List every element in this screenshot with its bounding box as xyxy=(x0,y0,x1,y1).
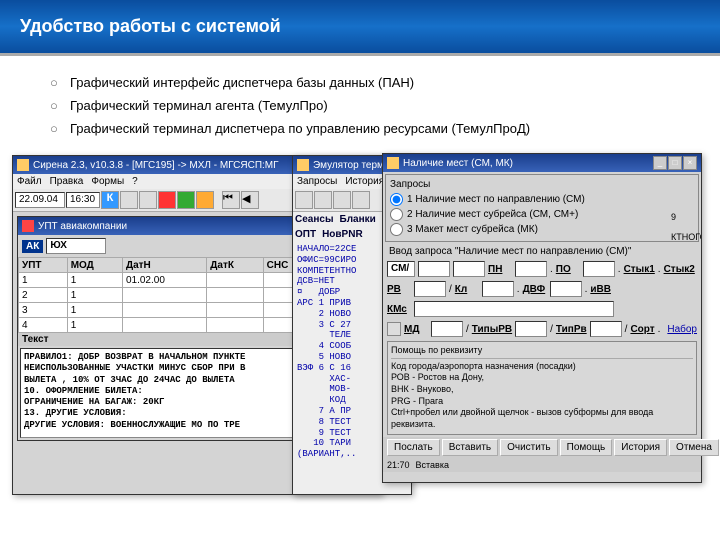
nav-prev-icon[interactable]: ◀ xyxy=(241,191,259,209)
window-title: Эмулятор терми xyxy=(313,160,390,171)
tool-icon[interactable] xyxy=(314,191,332,209)
maximize-icon[interactable]: □ xyxy=(668,156,682,170)
status-bar: 21:70 Вставка xyxy=(383,458,701,472)
query-type-group: Запросы 1 Наличие мест по направлению (С… xyxy=(385,174,699,242)
kl-input[interactable] xyxy=(482,281,514,297)
menu-requests[interactable]: Запросы xyxy=(297,176,337,187)
col-upt[interactable]: УПТ xyxy=(19,258,68,273)
k-icon[interactable]: К xyxy=(101,191,119,209)
window-title: Наличие мест (СМ, МК) xyxy=(403,158,513,169)
bullet-list: Графический интерфейс диспетчера базы да… xyxy=(0,56,720,155)
col-mod[interactable]: МОД xyxy=(67,258,122,273)
pn-input[interactable] xyxy=(515,261,547,277)
tool-icon[interactable] xyxy=(139,191,157,209)
help-title: Помощь по реквизиту xyxy=(391,345,693,359)
lbl-rv: РВ xyxy=(387,284,411,295)
grid-icon[interactable] xyxy=(177,191,195,209)
query-row-2: РВ/ Кл. ДВФ. иВВ xyxy=(383,279,701,299)
lbl-ivv: иВВ xyxy=(590,284,614,295)
help-panel: Помощь по реквизиту Код города/аэропорта… xyxy=(387,341,697,435)
lbl-pn: ПН xyxy=(488,264,512,275)
to-input[interactable] xyxy=(453,261,485,277)
lbl-dvf: ДВФ xyxy=(523,284,547,295)
close-icon[interactable]: × xyxy=(683,156,697,170)
query-row-4: МД/ ТипыРВ/ ТипРв/ Сорт. Набор xyxy=(383,319,701,339)
app-icon xyxy=(17,159,29,171)
availability-dialog: Наличие мест (СМ, МК) _ □ × Запросы 1 На… xyxy=(382,153,702,483)
tab-newpnr[interactable]: НовPNR xyxy=(322,229,363,240)
from-input[interactable] xyxy=(418,261,450,277)
minimize-icon[interactable]: _ xyxy=(653,156,667,170)
bullet-item: Графический интерфейс диспетчера базы да… xyxy=(50,71,670,94)
tiprv-input[interactable] xyxy=(590,321,622,337)
bullet-item: Графический терминал диспетчера по управ… xyxy=(50,117,670,140)
sub-title: УПТ авиакомпании xyxy=(38,221,127,232)
help-body: Код города/аэропорта назначения (посадки… xyxy=(391,361,693,431)
insert-button[interactable]: Вставить xyxy=(442,439,498,456)
time-field[interactable]: 16:30 xyxy=(66,192,100,208)
nav-first-icon[interactable]: ⏮ xyxy=(222,191,240,209)
query-row-3: КМс xyxy=(383,299,701,319)
md-input[interactable] xyxy=(431,321,463,337)
rv-input[interactable] xyxy=(414,281,446,297)
radio-sm[interactable]: 1 Наличие мест по направлению (СМ) xyxy=(390,192,694,207)
kms-input[interactable] xyxy=(414,301,614,317)
status-mode: Вставка xyxy=(416,460,449,470)
sm-prefix: СМ/ xyxy=(387,261,415,277)
window-title: Сирена 2.3, v10.3.8 - [МГС195] -> МХЛ - … xyxy=(33,160,279,171)
col-datk[interactable]: ДатК xyxy=(207,258,263,273)
lbl-tiprv: ТипРв xyxy=(556,324,587,335)
query-row-1: СМ/ ПН. ПО. Стык1. Стык2 xyxy=(383,259,701,279)
app-icon xyxy=(387,157,399,169)
help-button[interactable]: Помощь xyxy=(560,439,613,456)
menu-help[interactable]: ? xyxy=(132,176,138,187)
col-datn[interactable]: ДатН xyxy=(122,258,206,273)
dvf-input[interactable] xyxy=(550,281,582,297)
menu-file[interactable]: Файл xyxy=(17,176,42,187)
page-title: Удобство работы с системой xyxy=(0,0,720,56)
expand-icon[interactable] xyxy=(387,322,401,336)
ak-input[interactable]: ЮХ xyxy=(46,238,106,254)
tool-icon[interactable] xyxy=(352,191,370,209)
grid-icon[interactable] xyxy=(196,191,214,209)
radio-sm-plus[interactable]: 2 Наличие мест субрейса (СМ, СМ+) xyxy=(390,207,694,222)
lbl-tipyrv: ТипыРВ xyxy=(472,324,512,335)
grid-icon[interactable] xyxy=(158,191,176,209)
titlebar: Наличие мест (СМ, МК) _ □ × xyxy=(383,154,701,172)
menu-edit[interactable]: Правка xyxy=(50,176,84,187)
bullet-item: Графический терминал агента (ТемулПро) xyxy=(50,94,670,117)
lbl-styk1: Стык1 xyxy=(624,264,655,275)
tab-opt[interactable]: ОПТ xyxy=(295,229,316,240)
tipyrv-input[interactable] xyxy=(515,321,547,337)
sub-icon xyxy=(22,220,34,232)
radio-mk[interactable]: 3 Макет мест субрейса (МК) xyxy=(390,222,694,237)
button-bar: Послать Вставить Очистить Помощь История… xyxy=(383,437,701,458)
lbl-kms: КМс xyxy=(387,304,411,315)
cancel-button[interactable]: Отмена xyxy=(669,439,719,456)
menu-forms[interactable]: Формы xyxy=(91,176,124,187)
lbl-po: ПО xyxy=(556,264,580,275)
cropped-right-text: 9 КТНОГО xyxy=(671,212,701,412)
lbl-sort: Сорт xyxy=(630,324,654,335)
lbl-md: МД xyxy=(404,324,428,335)
tool-icon[interactable] xyxy=(333,191,351,209)
date-field[interactable]: 22.09.04 xyxy=(15,192,65,208)
app-icon xyxy=(297,159,309,171)
query-prompt: Ввод запроса "Наличие мест по направлени… xyxy=(383,244,701,259)
tool-icon[interactable] xyxy=(295,191,313,209)
group-title: Запросы xyxy=(390,179,694,190)
clear-button[interactable]: Очистить xyxy=(500,439,558,456)
tab-sessions[interactable]: Сеансы xyxy=(295,214,334,225)
send-button[interactable]: Послать xyxy=(387,439,440,456)
lbl-kl: Кл xyxy=(455,284,479,295)
history-button[interactable]: История xyxy=(614,439,667,456)
status-pos: 21:70 xyxy=(387,460,410,470)
tool-icon[interactable] xyxy=(120,191,138,209)
ak-label: АК xyxy=(22,240,43,253)
tab-blanks[interactable]: Бланки xyxy=(340,214,376,225)
menu-history[interactable]: История xyxy=(345,176,384,187)
po-input[interactable] xyxy=(583,261,615,277)
